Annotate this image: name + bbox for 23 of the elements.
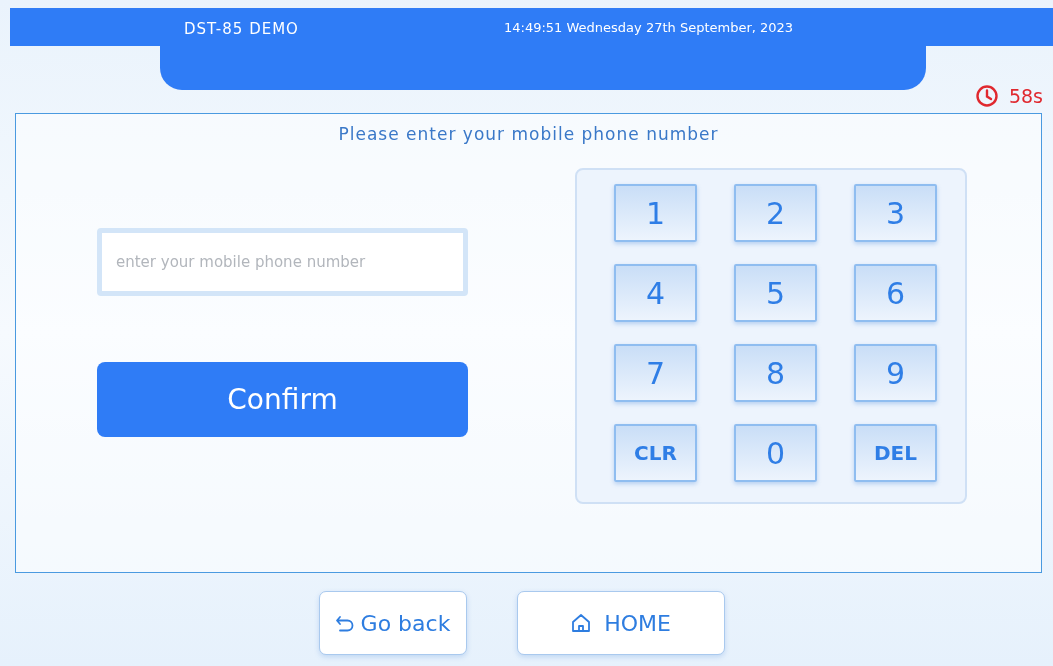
house-icon: [570, 612, 593, 634]
keypad-key[interactable]: 0: [734, 424, 817, 482]
keypad-key[interactable]: 8: [734, 344, 817, 402]
keypad-key[interactable]: 2: [734, 184, 817, 242]
undo-arrow-icon: [334, 613, 355, 633]
keypad-key[interactable]: 1: [614, 184, 697, 242]
keypad-key[interactable]: DEL: [854, 424, 937, 482]
keypad-key[interactable]: 4: [614, 264, 697, 322]
date-time: 14:49:51 Wednesday 27th September, 2023: [504, 20, 794, 35]
prompt-text: Please enter your mobile phone number: [337, 124, 720, 144]
keypad-key[interactable]: CLR: [614, 424, 697, 482]
keypad-key[interactable]: 9: [854, 344, 937, 402]
home-button[interactable]: HOME: [516, 591, 725, 655]
phone-input-field[interactable]: enter your mobile phone number: [97, 228, 468, 296]
countdown-timer: 58s: [1008, 85, 1043, 107]
keypad-key[interactable]: 5: [734, 264, 817, 322]
confirm-button[interactable]: Confirm: [97, 362, 468, 437]
go-back-button[interactable]: Go back: [318, 591, 467, 655]
keypad-key[interactable]: 6: [854, 264, 937, 322]
app-title: DST-85 DEMO: [184, 20, 300, 38]
keypad-key[interactable]: 3: [854, 184, 937, 242]
keypad-key[interactable]: 7: [614, 344, 697, 402]
clock-icon: [974, 84, 999, 108]
